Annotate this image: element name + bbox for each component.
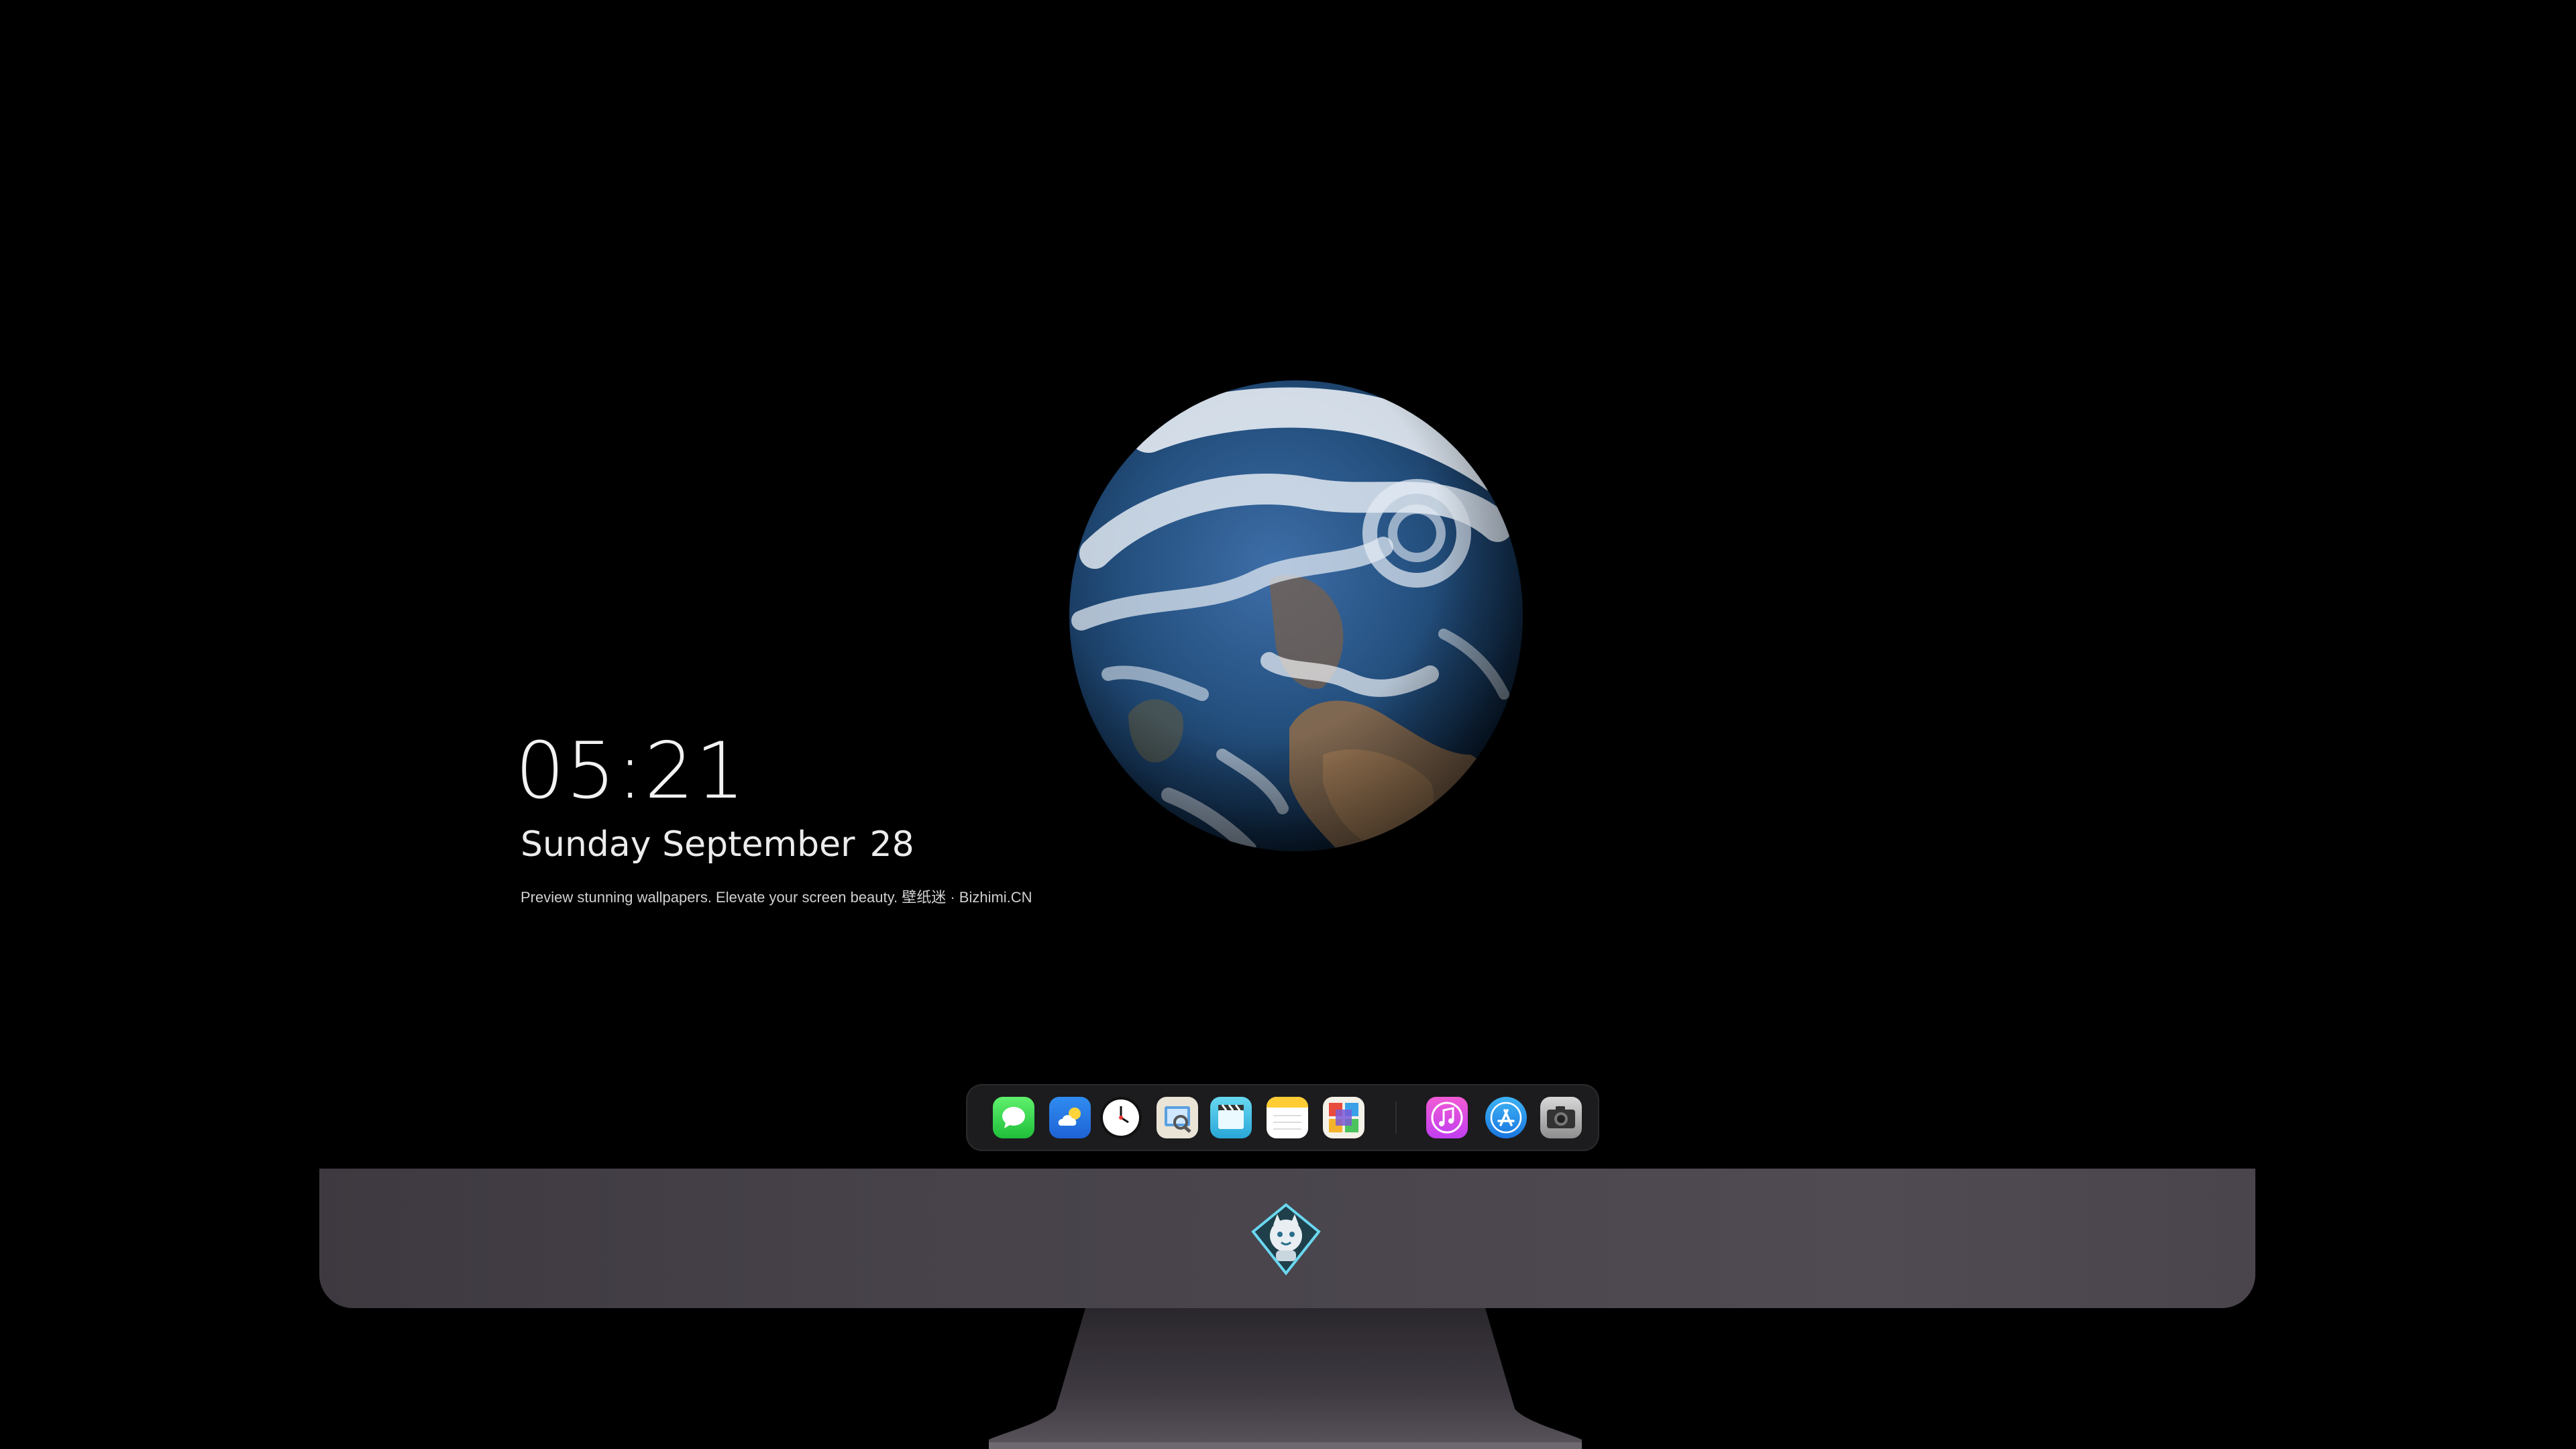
date-weekday-month: Sunday September: [521, 824, 855, 865]
monitor-chin: [319, 1169, 2255, 1308]
clock-time: 05:21: [515, 726, 747, 816]
clips-icon[interactable]: [1210, 1097, 1252, 1138]
desktop-screen: 05:21 Sunday September 28 Preview stunnin…: [0, 0, 2576, 1449]
monitor-stand: [989, 1308, 1582, 1449]
preview-icon[interactable]: [1157, 1097, 1198, 1138]
date-day: 28: [869, 824, 914, 865]
weather-icon[interactable]: [1049, 1097, 1091, 1138]
notes-icon[interactable]: [1267, 1097, 1308, 1138]
earth-wallpaper: [1069, 380, 1523, 851]
music-icon[interactable]: [1426, 1097, 1468, 1138]
wallpaper-caption: Preview stunning wallpapers. Elevate you…: [521, 889, 1032, 906]
clock-icon[interactable]: [1100, 1097, 1142, 1138]
messages-icon[interactable]: [993, 1097, 1034, 1138]
dock-separator: [1395, 1102, 1397, 1134]
clock-widget: 05:21 Sunday September 28 Preview stunnin…: [515, 724, 1032, 907]
app-store-icon[interactable]: [1485, 1097, 1527, 1138]
clock-date: Sunday September 28: [521, 821, 1032, 868]
mascot-logo-icon: [1251, 1203, 1321, 1276]
photo-booth-icon[interactable]: [1323, 1097, 1364, 1138]
camera-icon[interactable]: [1540, 1097, 1582, 1138]
dock: [966, 1084, 1599, 1151]
